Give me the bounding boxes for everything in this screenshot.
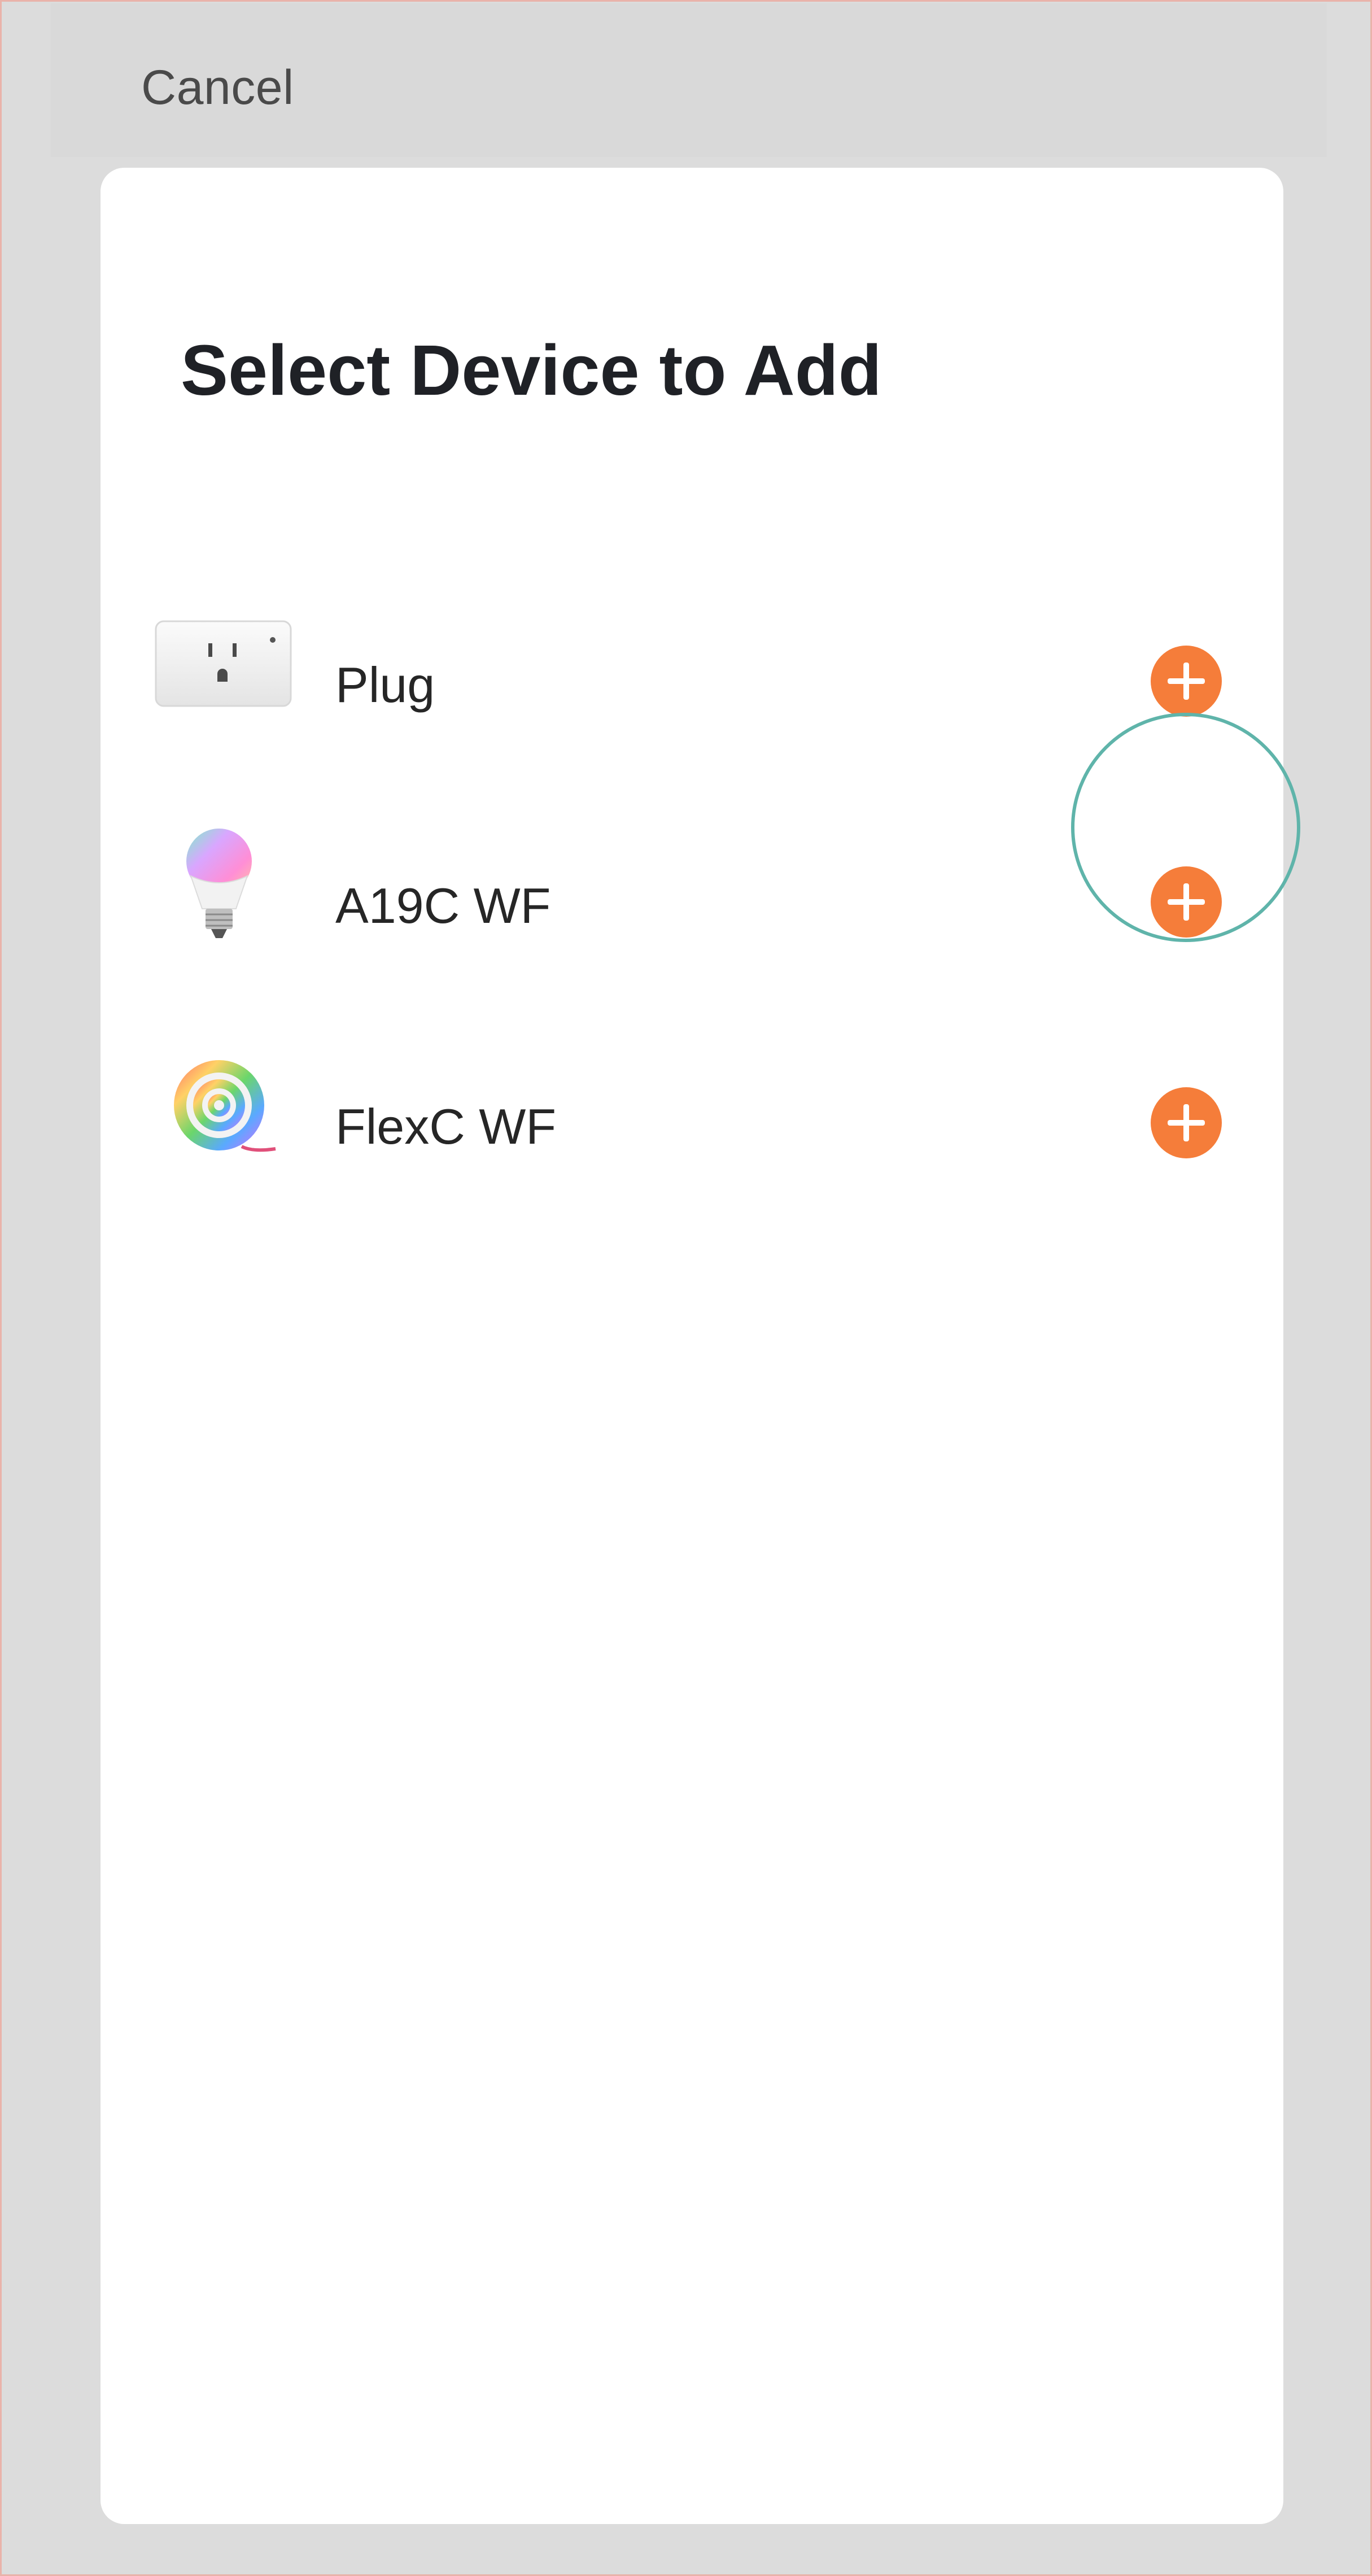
device-label: A19C WF [335,878,551,934]
plus-icon [1168,1104,1205,1141]
header-bar: Cancel [51,3,1327,157]
add-flexc-wf-button[interactable] [1151,1087,1222,1158]
plus-icon [1168,662,1205,700]
device-row-flexc-wf[interactable]: FlexC WF [101,1047,1283,1194]
tap-highlight-ring [1071,713,1300,942]
page-title: Select Device to Add [181,330,882,410]
add-plug-button[interactable] [1151,646,1222,717]
smart-plug-icon [154,620,292,713]
device-label: Plug [335,657,435,713]
cancel-button[interactable]: Cancel [141,60,294,116]
device-picker-sheet: Select Device to Add Plug A19C WF FlexC … [101,168,1283,2524]
color-bulb-icon [180,824,259,951]
device-row-plug[interactable]: Plug [101,605,1283,752]
light-strip-icon [168,1052,281,1167]
device-label: FlexC WF [335,1099,557,1154]
